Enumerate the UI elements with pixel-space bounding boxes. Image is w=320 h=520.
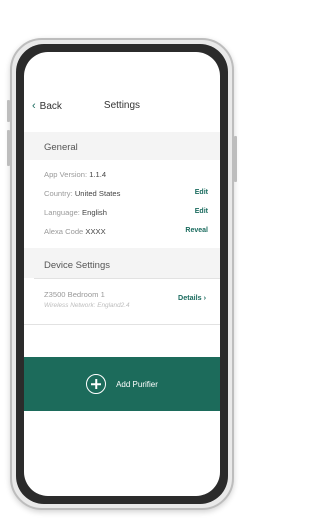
country-edit-button[interactable]: Edit [195, 189, 208, 196]
app-version-value: 1.1.4 [89, 170, 107, 179]
chevron-right-icon: › [203, 293, 206, 302]
language-label: Language: [44, 208, 80, 217]
app-screen: ‹ Back Settings General App Version: 1.1… [24, 52, 220, 496]
add-purifier-label: Add Purifier [116, 379, 158, 389]
general-section-header: General [24, 132, 220, 160]
language-edit-button[interactable]: Edit [195, 208, 208, 215]
alexa-reveal-button[interactable]: Reveal [185, 227, 208, 234]
alexa-code-label: Alexa Code [44, 227, 84, 236]
page-title: Settings [103, 100, 141, 111]
plus-circle-icon [86, 374, 107, 394]
nav-bar: ‹ Back Settings [24, 100, 220, 120]
details-label: Details [178, 293, 202, 302]
device-details-button[interactable]: Details › [178, 293, 206, 302]
app-version-label: App Version: [44, 170, 88, 179]
alexa-code-row: Alexa Code XXXX Reveal [44, 227, 208, 236]
app-version-row: App Version: 1.1.4 [44, 170, 208, 179]
side-button-right [234, 136, 237, 182]
device-settings-header: Device Settings [44, 260, 111, 271]
country-value: United States [74, 189, 121, 198]
general-header: General [44, 142, 78, 153]
country-label: Country: [44, 189, 73, 198]
side-button-left-2 [7, 130, 10, 166]
country-row: Country: United States Edit [44, 189, 208, 198]
alexa-code-value: XXXX [85, 227, 106, 236]
divider [34, 278, 220, 279]
device-name: Z3500 Bedroom 1 [44, 290, 105, 299]
side-button-left-1 [7, 100, 10, 122]
phone-frame: ‹ Back Settings General App Version: 1.1… [7, 38, 237, 510]
language-value: English [82, 208, 107, 217]
device-settings-section-header: Device Settings [24, 248, 220, 278]
divider [24, 324, 220, 325]
language-row: Language: English Edit [44, 208, 208, 217]
phone-bezel: ‹ Back Settings General App Version: 1.1… [16, 44, 228, 504]
device-network: Wireless Network: England2.4 [44, 302, 130, 309]
add-purifier-button[interactable]: Add Purifier [24, 357, 220, 411]
